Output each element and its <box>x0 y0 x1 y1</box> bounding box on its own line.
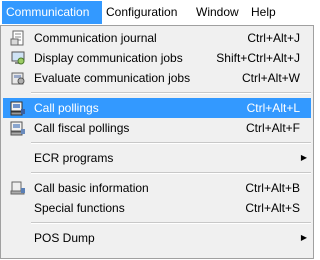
menu-item-label: ECR programs <box>34 151 114 165</box>
menu-item-call-pollings[interactable]: Call pollings Ctrl+Alt+L <box>3 98 311 118</box>
menu-item-label: Call fiscal pollings <box>34 121 130 135</box>
menu-item-ecr-programs[interactable]: ECR programs ▶ <box>3 148 311 168</box>
menu-item-label: Display communication jobs <box>34 51 183 65</box>
menu-configuration[interactable]: Configuration <box>102 1 190 24</box>
menu-item-communication-journal[interactable]: Communication journal Ctrl+Alt+J <box>3 28 311 48</box>
menu-item-label: Evaluate communication jobs <box>34 71 191 85</box>
menu-item-shortcut: Ctrl+Alt+J <box>247 31 300 45</box>
menu-item-special-functions[interactable]: Special functions Ctrl+Alt+S <box>3 198 311 218</box>
menu-separator <box>31 172 311 174</box>
display-jobs-icon <box>11 51 25 65</box>
menu-help[interactable]: Help <box>247 1 283 24</box>
menu-item-pos-dump[interactable]: POS Dump ▶ <box>3 228 311 248</box>
call-pollings-icon <box>10 101 25 116</box>
menu-separator <box>31 92 311 94</box>
submenu-arrow-icon: ▶ <box>300 233 307 242</box>
menu-item-shortcut: Shift+Ctrl+Alt+J <box>216 51 300 65</box>
menu-bar: Communication Configuration Window Help <box>0 0 316 26</box>
menu-item-shortcut: Ctrl+Alt+W <box>241 71 300 85</box>
menu-communication[interactable]: Communication <box>2 1 102 24</box>
menu-item-call-fiscal-pollings[interactable]: Call fiscal pollings Ctrl+Alt+F <box>3 118 311 138</box>
journal-icon <box>10 30 24 46</box>
menu-item-label: POS Dump <box>34 231 95 245</box>
menu-window[interactable]: Window <box>192 1 245 24</box>
basic-info-icon <box>10 181 25 195</box>
menu-item-label: Call pollings <box>34 101 99 115</box>
menu-item-call-basic-information[interactable]: Call basic information Ctrl+Alt+B <box>3 178 311 198</box>
menu-item-display-communication-jobs[interactable]: Display communication jobs Shift+Ctrl+Al… <box>3 48 311 68</box>
menu-item-shortcut: Ctrl+Alt+L <box>246 101 300 115</box>
menu-separator <box>31 222 311 224</box>
communication-dropdown: Communication journal Ctrl+Alt+J Display… <box>0 25 314 259</box>
menu-item-label: Call basic information <box>34 181 149 195</box>
fiscal-pollings-icon <box>10 121 25 136</box>
menu-item-evaluate-communication-jobs[interactable]: Evaluate communication jobs Ctrl+Alt+W <box>3 68 311 88</box>
menu-item-shortcut: Ctrl+Alt+F <box>245 121 300 135</box>
menu-separator <box>31 142 311 144</box>
menu-item-shortcut: Ctrl+Alt+B <box>245 181 300 195</box>
menu-item-shortcut: Ctrl+Alt+S <box>245 201 300 215</box>
evaluate-jobs-icon <box>11 72 25 85</box>
menu-item-label: Communication journal <box>34 31 157 45</box>
menu-item-label: Special functions <box>34 201 125 215</box>
submenu-arrow-icon: ▶ <box>300 153 307 162</box>
